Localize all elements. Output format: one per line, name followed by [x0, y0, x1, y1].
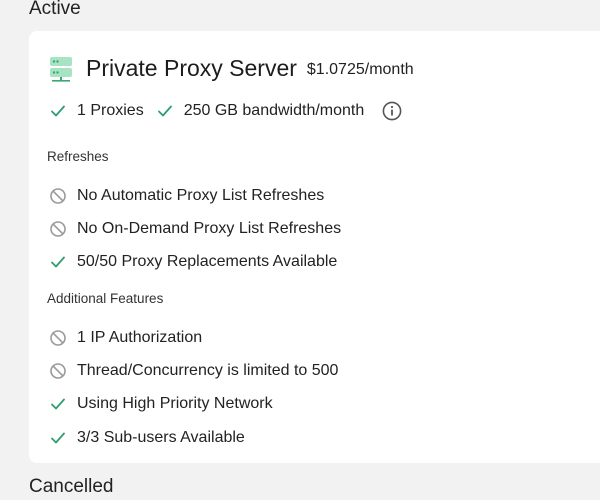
section-heading-cancelled: Cancelled [29, 476, 114, 497]
info-icon[interactable] [382, 101, 402, 121]
additional-feature-list: 1 IP Authorization Thread/Concurrency is… [49, 321, 338, 455]
plan-summary-row: 1 Proxies 250 GB bandwidth/month [49, 101, 402, 121]
check-icon [49, 429, 67, 447]
feature-label: 3/3 Sub-users Available [77, 428, 245, 446]
plan-price: $1.0725/month [306, 60, 414, 78]
feature-item: No On-Demand Proxy List Refreshes [49, 212, 341, 245]
feature-item: 3/3 Sub-users Available [49, 421, 338, 454]
feature-item: 1 IP Authorization [49, 321, 338, 354]
check-icon [49, 253, 67, 271]
check-icon [156, 102, 174, 120]
blocked-icon [49, 362, 67, 380]
check-icon [49, 102, 67, 120]
plan-title-row: Private Proxy Server $1.0725/month [49, 55, 414, 82]
feature-item: Using High Priority Network [49, 388, 338, 421]
feature-item: 50/50 Proxy Replacements Available [49, 246, 341, 279]
summary-item-bandwidth: 250 GB bandwidth/month [156, 102, 365, 120]
plan-card: Private Proxy Server $1.0725/month 1 Pro… [29, 31, 600, 463]
feature-item: Thread/Concurrency is limited to 500 [49, 354, 338, 387]
check-icon [49, 395, 67, 413]
plan-title: Private Proxy Server [86, 55, 297, 81]
summary-label-proxies: 1 Proxies [77, 102, 144, 119]
blocked-icon [49, 187, 67, 205]
feature-label: No Automatic Proxy List Refreshes [77, 186, 325, 204]
group-label-additional-features: Additional Features [47, 291, 164, 306]
group-label-refreshes: Refreshes [47, 149, 109, 164]
feature-label: 1 IP Authorization [77, 328, 203, 346]
blocked-icon [49, 329, 67, 347]
feature-label: Using High Priority Network [77, 395, 273, 413]
section-heading-active: Active [29, 0, 81, 19]
feature-label: 50/50 Proxy Replacements Available [77, 253, 338, 271]
feature-label: No On-Demand Proxy List Refreshes [77, 220, 342, 238]
blocked-icon [49, 220, 67, 238]
refreshes-feature-list: No Automatic Proxy List Refreshes No On-… [49, 179, 341, 279]
server-icon [49, 56, 73, 82]
summary-item-proxies: 1 Proxies [49, 102, 144, 120]
summary-label-bandwidth: 250 GB bandwidth/month [183, 102, 365, 119]
feature-label: Thread/Concurrency is limited to 500 [77, 362, 339, 380]
feature-item: No Automatic Proxy List Refreshes [49, 179, 341, 212]
